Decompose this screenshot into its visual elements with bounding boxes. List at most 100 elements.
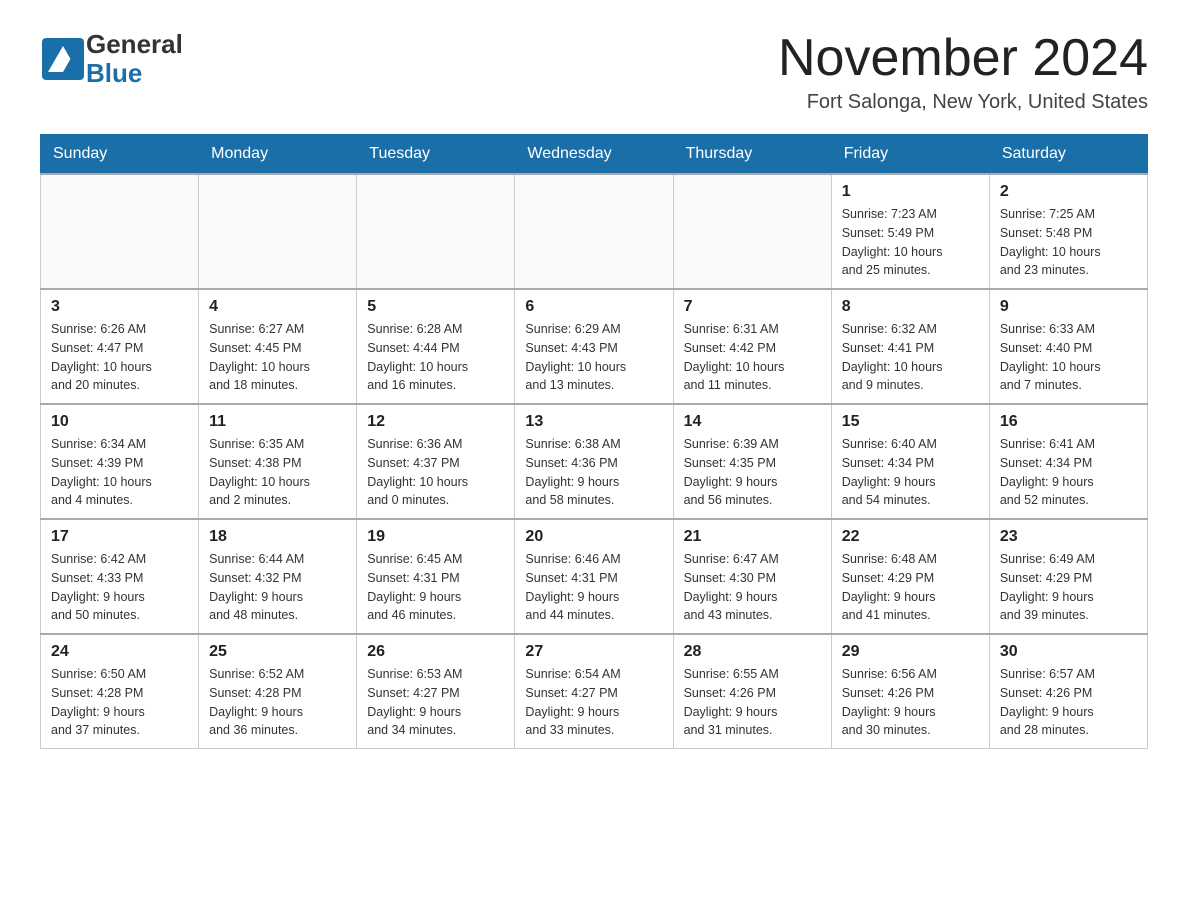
logo-icon	[40, 36, 86, 82]
weekday-header-row: SundayMondayTuesdayWednesdayThursdayFrid…	[41, 135, 1148, 175]
day-info: Sunrise: 6:39 AM Sunset: 4:35 PM Dayligh…	[684, 435, 821, 510]
logo-text: General Blue	[86, 30, 183, 87]
week-row-2: 3Sunrise: 6:26 AM Sunset: 4:47 PM Daylig…	[41, 289, 1148, 404]
day-number: 27	[525, 643, 662, 661]
day-info: Sunrise: 6:28 AM Sunset: 4:44 PM Dayligh…	[367, 320, 504, 395]
day-number: 18	[209, 528, 346, 546]
day-number: 9	[1000, 298, 1137, 316]
calendar-cell: 8 Sunrise: 6:32 AM Sunset: 4:41 PM Daylig…	[831, 289, 989, 404]
day-info: Sunrise: 7:25 AM Sunset: 5:48 PM Dayligh…	[1000, 205, 1137, 280]
day-number: 2	[1000, 183, 1137, 201]
weekday-header-saturday: Saturday	[989, 135, 1147, 175]
day-info: Sunrise: 6:46 AM Sunset: 4:31 PM Dayligh…	[525, 550, 662, 625]
week-row-5: 24 Sunrise: 6:50 AM Sunset: 4:28 PM Dayli…	[41, 634, 1148, 749]
day-info: Sunrise: 6:48 AM Sunset: 4:29 PM Dayligh…	[842, 550, 979, 625]
calendar-cell: 11 Sunrise: 6:35 AM Sunset: 4:38 PM Dayli…	[199, 404, 357, 519]
weekday-header-tuesday: Tuesday	[357, 135, 515, 175]
calendar-cell: 25Sunrise: 6:52 AM Sunset: 4:28 PM Dayli…	[199, 634, 357, 749]
day-number: 13	[525, 413, 662, 431]
calendar-cell: 16 Sunrise: 6:41 AM Sunset: 4:34 PM Dayli…	[989, 404, 1147, 519]
weekday-header-wednesday: Wednesday	[515, 135, 673, 175]
calendar-cell	[515, 174, 673, 289]
location-subtitle: Fort Salonga, New York, United States	[778, 91, 1148, 114]
day-info: Sunrise: 6:50 AM Sunset: 4:28 PM Dayligh…	[51, 665, 188, 740]
day-number: 12	[367, 413, 504, 431]
calendar-cell: 2 Sunrise: 7:25 AM Sunset: 5:48 PM Daylig…	[989, 174, 1147, 289]
weekday-header-sunday: Sunday	[41, 135, 199, 175]
day-info: Sunrise: 6:33 AM Sunset: 4:40 PM Dayligh…	[1000, 320, 1137, 395]
calendar-cell	[357, 174, 515, 289]
day-number: 8	[842, 298, 979, 316]
day-number: 11	[209, 413, 346, 431]
weekday-header-monday: Monday	[199, 135, 357, 175]
day-number: 14	[684, 413, 821, 431]
day-info: Sunrise: 6:41 AM Sunset: 4:34 PM Dayligh…	[1000, 435, 1137, 510]
calendar-table: SundayMondayTuesdayWednesdayThursdayFrid…	[40, 134, 1148, 749]
calendar-cell: 14 Sunrise: 6:39 AM Sunset: 4:35 PM Dayli…	[673, 404, 831, 519]
day-info: Sunrise: 6:45 AM Sunset: 4:31 PM Dayligh…	[367, 550, 504, 625]
calendar-cell: 24 Sunrise: 6:50 AM Sunset: 4:28 PM Dayli…	[41, 634, 199, 749]
day-info: Sunrise: 7:23 AM Sunset: 5:49 PM Dayligh…	[842, 205, 979, 280]
calendar-cell: 5 Sunrise: 6:28 AM Sunset: 4:44 PM Daylig…	[357, 289, 515, 404]
calendar-cell: 19 Sunrise: 6:45 AM Sunset: 4:31 PM Dayli…	[357, 519, 515, 634]
calendar-cell: 9 Sunrise: 6:33 AM Sunset: 4:40 PM Daylig…	[989, 289, 1147, 404]
day-info: Sunrise: 6:40 AM Sunset: 4:34 PM Dayligh…	[842, 435, 979, 510]
calendar-cell: 3Sunrise: 6:26 AM Sunset: 4:47 PM Daylig…	[41, 289, 199, 404]
day-info: Sunrise: 6:53 AM Sunset: 4:27 PM Dayligh…	[367, 665, 504, 740]
day-info: Sunrise: 6:31 AM Sunset: 4:42 PM Dayligh…	[684, 320, 821, 395]
day-info: Sunrise: 6:47 AM Sunset: 4:30 PM Dayligh…	[684, 550, 821, 625]
day-info: Sunrise: 6:52 AM Sunset: 4:28 PM Dayligh…	[209, 665, 346, 740]
day-number: 19	[367, 528, 504, 546]
day-number: 3	[51, 298, 188, 316]
day-info: Sunrise: 6:49 AM Sunset: 4:29 PM Dayligh…	[1000, 550, 1137, 625]
day-number: 16	[1000, 413, 1137, 431]
calendar-cell: 6Sunrise: 6:29 AM Sunset: 4:43 PM Daylig…	[515, 289, 673, 404]
calendar-cell	[199, 174, 357, 289]
calendar-cell: 22 Sunrise: 6:48 AM Sunset: 4:29 PM Dayli…	[831, 519, 989, 634]
day-number: 22	[842, 528, 979, 546]
day-number: 5	[367, 298, 504, 316]
page-header: General Blue November 2024 Fort Salonga,…	[40, 30, 1148, 114]
day-number: 26	[367, 643, 504, 661]
weekday-header-thursday: Thursday	[673, 135, 831, 175]
week-row-1: 1 Sunrise: 7:23 AM Sunset: 5:49 PM Daylig…	[41, 174, 1148, 289]
calendar-cell: 7 Sunrise: 6:31 AM Sunset: 4:42 PM Daylig…	[673, 289, 831, 404]
calendar-cell: 20 Sunrise: 6:46 AM Sunset: 4:31 PM Dayli…	[515, 519, 673, 634]
day-info: Sunrise: 6:56 AM Sunset: 4:26 PM Dayligh…	[842, 665, 979, 740]
calendar-cell: 27 Sunrise: 6:54 AM Sunset: 4:27 PM Dayli…	[515, 634, 673, 749]
day-number: 7	[684, 298, 821, 316]
calendar-cell: 26 Sunrise: 6:53 AM Sunset: 4:27 PM Dayli…	[357, 634, 515, 749]
weekday-header-friday: Friday	[831, 135, 989, 175]
calendar-cell: 12 Sunrise: 6:36 AM Sunset: 4:37 PM Dayli…	[357, 404, 515, 519]
week-row-3: 10Sunrise: 6:34 AM Sunset: 4:39 PM Dayli…	[41, 404, 1148, 519]
day-info: Sunrise: 6:29 AM Sunset: 4:43 PM Dayligh…	[525, 320, 662, 395]
calendar-cell	[673, 174, 831, 289]
calendar-cell: 23Sunrise: 6:49 AM Sunset: 4:29 PM Dayli…	[989, 519, 1147, 634]
day-number: 28	[684, 643, 821, 661]
day-info: Sunrise: 6:54 AM Sunset: 4:27 PM Dayligh…	[525, 665, 662, 740]
calendar-cell: 13 Sunrise: 6:38 AM Sunset: 4:36 PM Dayli…	[515, 404, 673, 519]
day-number: 30	[1000, 643, 1137, 661]
month-title: November 2024	[778, 30, 1148, 87]
day-info: Sunrise: 6:34 AM Sunset: 4:39 PM Dayligh…	[51, 435, 188, 510]
day-number: 17	[51, 528, 188, 546]
calendar-cell: 18 Sunrise: 6:44 AM Sunset: 4:32 PM Dayli…	[199, 519, 357, 634]
day-info: Sunrise: 6:42 AM Sunset: 4:33 PM Dayligh…	[51, 550, 188, 625]
calendar-cell: 10Sunrise: 6:34 AM Sunset: 4:39 PM Dayli…	[41, 404, 199, 519]
day-info: Sunrise: 6:32 AM Sunset: 4:41 PM Dayligh…	[842, 320, 979, 395]
day-info: Sunrise: 6:44 AM Sunset: 4:32 PM Dayligh…	[209, 550, 346, 625]
week-row-4: 17 Sunrise: 6:42 AM Sunset: 4:33 PM Dayli…	[41, 519, 1148, 634]
day-number: 24	[51, 643, 188, 661]
day-info: Sunrise: 6:35 AM Sunset: 4:38 PM Dayligh…	[209, 435, 346, 510]
day-number: 1	[842, 183, 979, 201]
day-info: Sunrise: 6:38 AM Sunset: 4:36 PM Dayligh…	[525, 435, 662, 510]
day-info: Sunrise: 6:55 AM Sunset: 4:26 PM Dayligh…	[684, 665, 821, 740]
day-info: Sunrise: 6:36 AM Sunset: 4:37 PM Dayligh…	[367, 435, 504, 510]
calendar-cell: 17 Sunrise: 6:42 AM Sunset: 4:33 PM Dayli…	[41, 519, 199, 634]
day-number: 20	[525, 528, 662, 546]
calendar-cell: 29Sunrise: 6:56 AM Sunset: 4:26 PM Dayli…	[831, 634, 989, 749]
title-section: November 2024 Fort Salonga, New York, Un…	[778, 30, 1148, 114]
logo: General Blue	[40, 30, 183, 87]
calendar-cell: 21Sunrise: 6:47 AM Sunset: 4:30 PM Dayli…	[673, 519, 831, 634]
calendar-cell: 28 Sunrise: 6:55 AM Sunset: 4:26 PM Dayli…	[673, 634, 831, 749]
